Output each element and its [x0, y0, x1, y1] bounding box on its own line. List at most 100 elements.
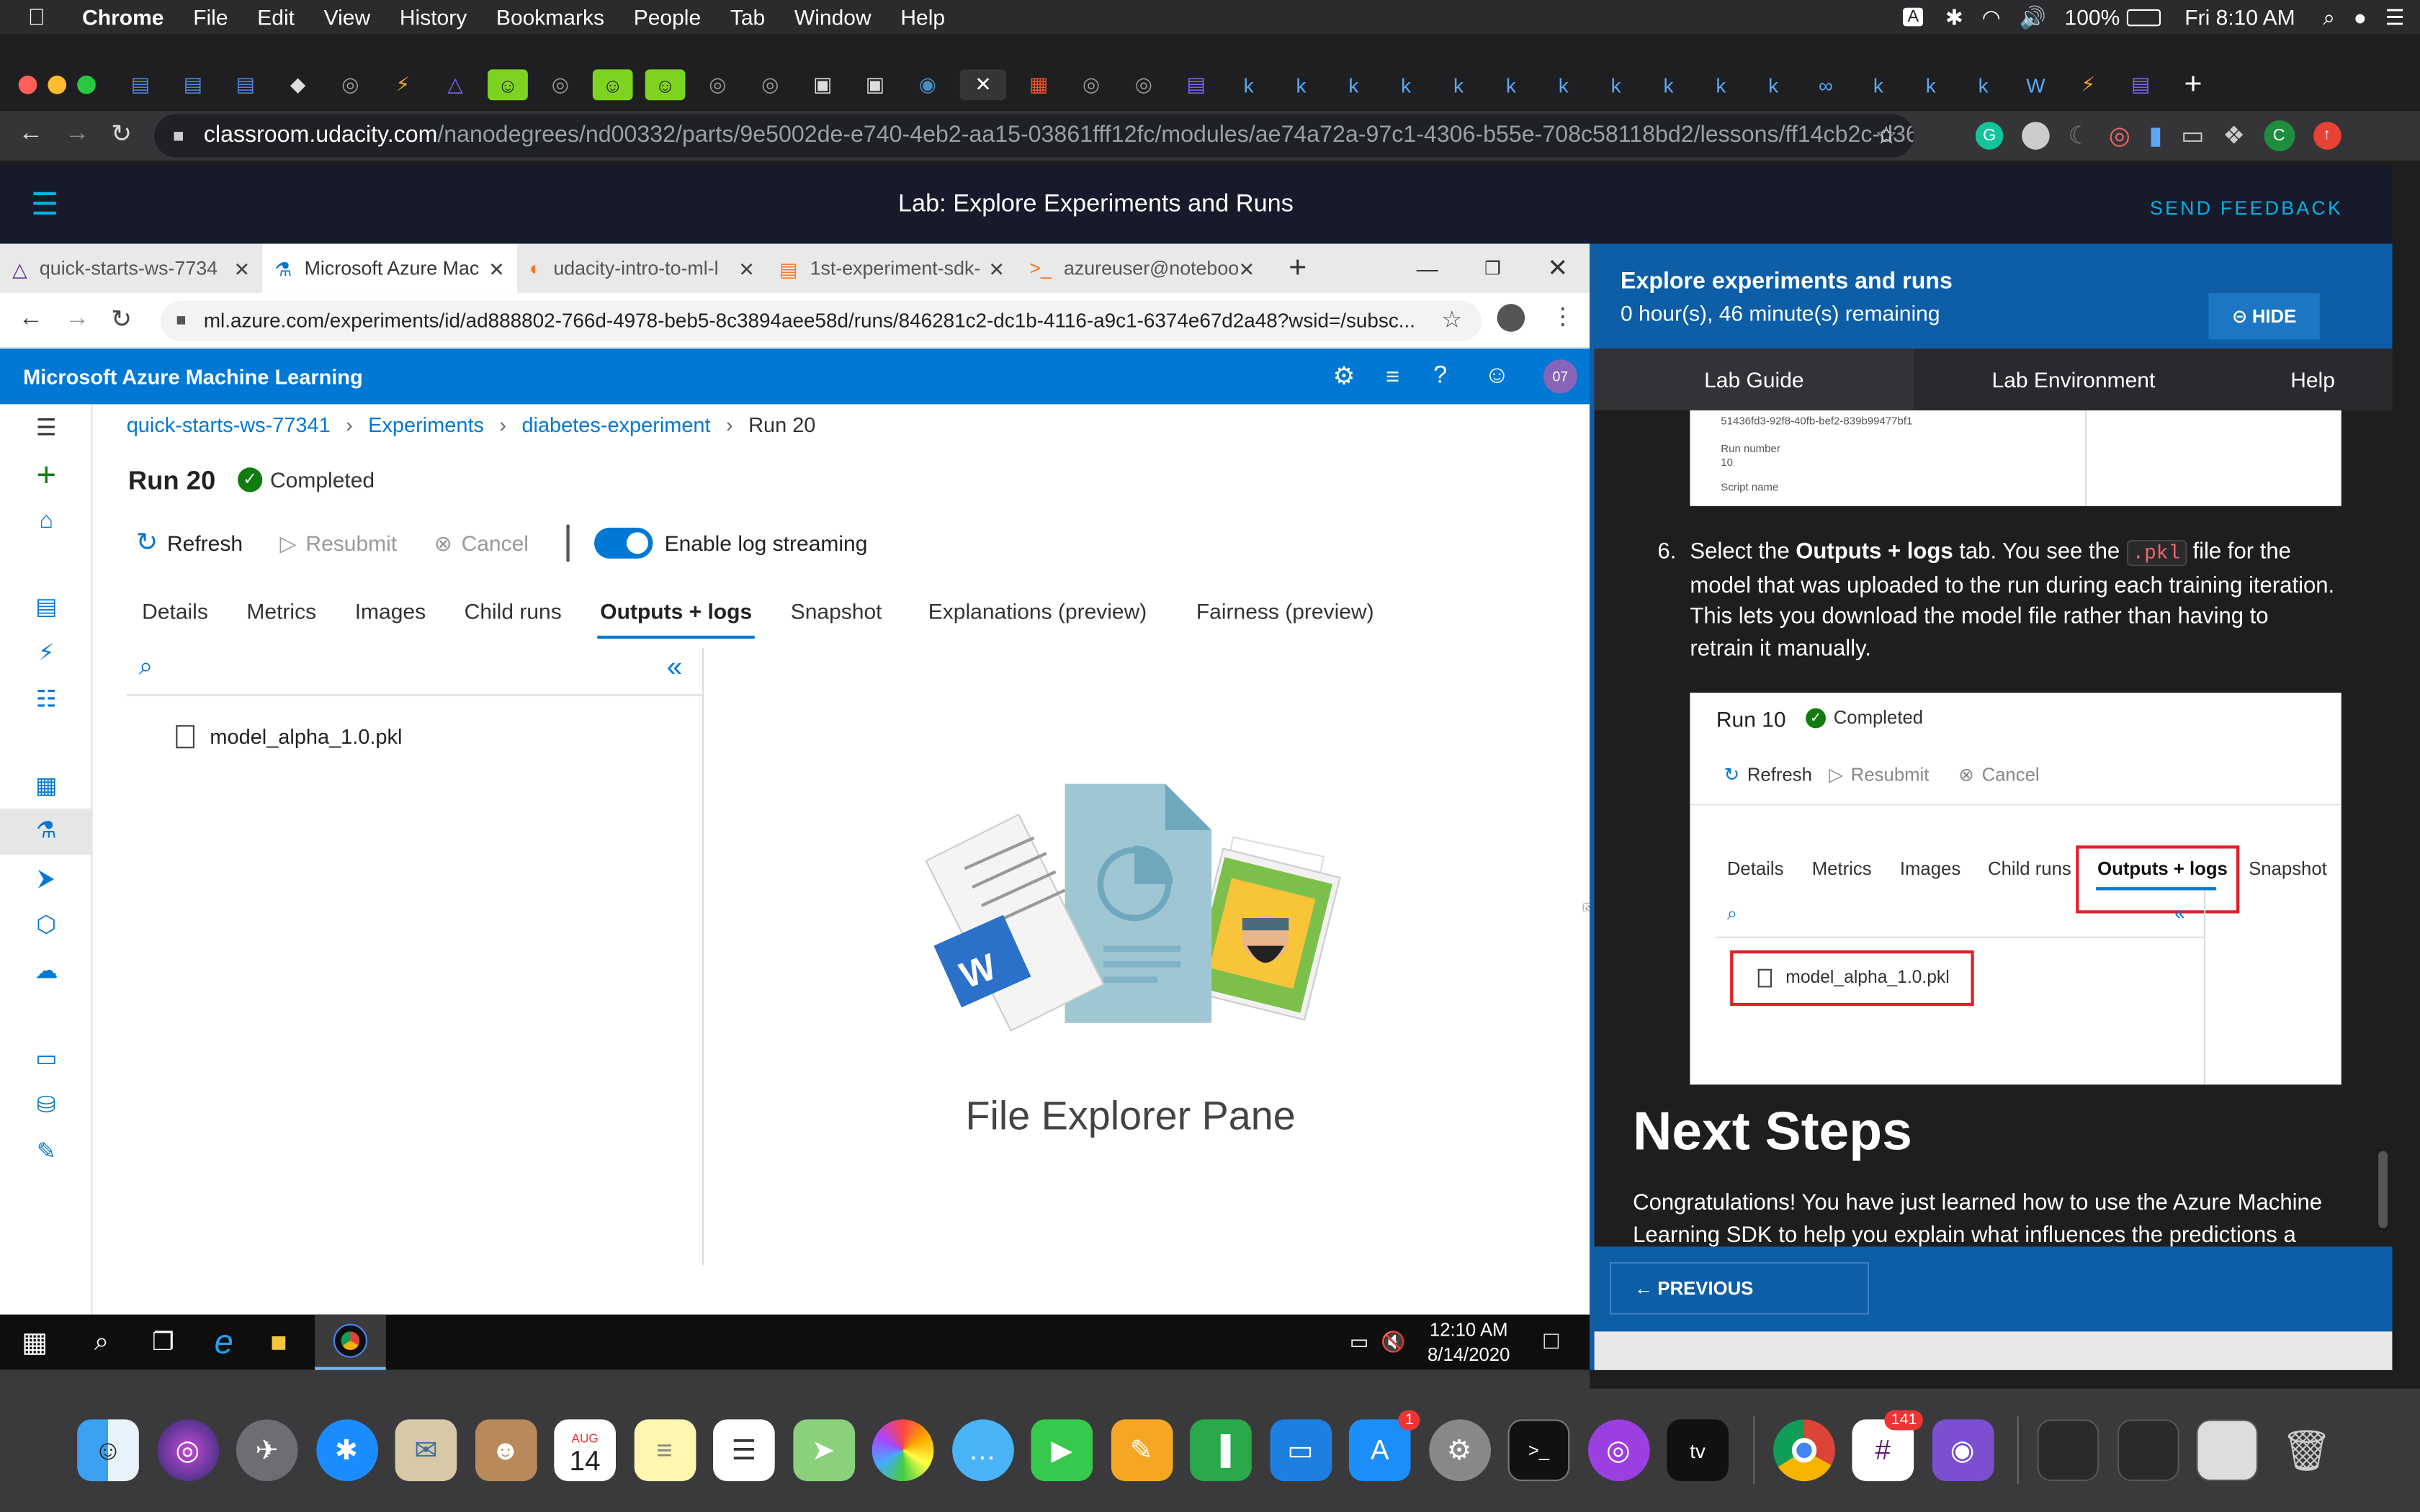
battery-percent[interactable]: 100% — [2065, 4, 2120, 29]
tab-details[interactable]: Details — [142, 598, 208, 632]
numbers-icon[interactable]: ▐ — [1190, 1419, 1252, 1482]
menu-help[interactable]: Help — [900, 4, 945, 29]
close-icon[interactable]: ✕ — [488, 257, 504, 280]
edge-tab[interactable]: >_ azureuser@noteboo ✕ — [1017, 244, 1267, 294]
minimize-window-dot[interactable] — [48, 76, 67, 94]
nav-pipelines-icon[interactable]: ⮞ — [31, 864, 62, 895]
chrome-tab-globe-icon[interactable]: ◎ — [750, 69, 790, 100]
more-menu-icon[interactable]: ⋮ — [1551, 302, 1574, 330]
chrome-tab-globe-icon[interactable]: ◎ — [1124, 69, 1164, 100]
account-icon[interactable] — [1497, 304, 1525, 332]
network-icon[interactable]: ▭ — [1350, 1330, 1368, 1354]
chrome-tab-docs-icon[interactable]: ▤ — [120, 69, 161, 100]
nav-create-icon[interactable]: + — [31, 457, 62, 491]
minimize-icon[interactable]: — — [1417, 256, 1438, 281]
bluetooth-icon[interactable]: ✱ — [1945, 4, 1963, 30]
extension-bookmark-icon[interactable]: ▮ — [2149, 120, 2163, 151]
feedback-list-icon[interactable]: ≡ — [1386, 364, 1399, 390]
chrome-tab-k-icon[interactable]: k — [1596, 69, 1636, 100]
system-preferences-icon[interactable]: ⚙ — [1428, 1419, 1490, 1482]
tab-outputs-logs[interactable]: Outputs + logs — [597, 598, 756, 639]
chrome-tab-smiley-icon[interactable]: ☺ — [488, 69, 528, 101]
input-source-icon[interactable]: A — [1903, 7, 1924, 27]
menu-view[interactable]: View — [324, 4, 370, 29]
volume-icon[interactable]: 🔊 — [2019, 4, 2045, 30]
chrome-tab-k-icon[interactable]: k — [1229, 69, 1269, 100]
chrome-tab-infinity-icon[interactable]: ∞ — [1806, 69, 1846, 100]
tab-help[interactable]: Help — [2233, 348, 2393, 410]
close-icon[interactable]: ✕ — [1239, 257, 1255, 280]
edge-tab[interactable]: ▤ 1st-experiment-sdk- ✕ — [767, 244, 1017, 294]
search-icon[interactable]: ⌕ — [139, 654, 153, 683]
file-item[interactable]: model_alpha_1.0.pkl — [176, 725, 402, 749]
profile-avatar[interactable]: C — [2263, 120, 2295, 151]
notification-center-icon[interactable]: ☰ — [2385, 4, 2405, 30]
hide-button[interactable]: ⊝ HIDE — [2208, 293, 2320, 340]
chrome-tab-k-icon[interactable]: k — [1858, 69, 1899, 100]
photos-icon[interactable] — [871, 1419, 934, 1482]
chrome-tab-azure-icon[interactable]: △ — [435, 69, 475, 100]
chrome-tab-docs-icon[interactable]: ▤ — [1176, 69, 1216, 100]
extension-screen-icon[interactable]: ▭ — [2181, 120, 2204, 151]
search-icon[interactable]: ⌕ — [94, 1327, 109, 1358]
ie-icon[interactable]: e — [215, 1322, 233, 1362]
new-tab-button[interactable]: + — [1289, 251, 1307, 286]
app-title[interactable]: Microsoft Azure Machine Learning — [23, 365, 362, 388]
nav-datastores-icon[interactable]: ⛁ — [31, 1091, 62, 1122]
scrollbar-thumb[interactable] — [2378, 1151, 2388, 1228]
tab-snapshot[interactable]: Snapshot — [791, 598, 882, 632]
cancel-button[interactable]: ⊗ Cancel — [434, 530, 529, 556]
messages-icon[interactable]: … — [951, 1419, 1013, 1482]
keynote-icon[interactable]: ▭ — [1269, 1419, 1332, 1482]
edge-tab-active[interactable]: ⚗ Microsoft Azure Mac ✕ — [262, 243, 517, 294]
github-desktop-icon[interactable]: ◉ — [1931, 1419, 1994, 1482]
nav-notebooks-icon[interactable]: ▤ — [31, 593, 62, 624]
new-tab-button[interactable]: + — [2173, 67, 2213, 101]
chrome-tab-w-icon[interactable]: W — [2016, 69, 2056, 100]
menu-edit[interactable]: Edit — [257, 4, 295, 29]
menu-tab[interactable]: Tab — [730, 4, 765, 29]
task-view-icon[interactable]: ❐ — [152, 1327, 174, 1358]
resubmit-button[interactable]: ▷ Resubmit — [279, 530, 397, 556]
calendar-icon[interactable]: AUG 14 — [554, 1419, 616, 1482]
chrome-tab-python-icon[interactable]: ◉ — [908, 69, 948, 100]
notes-icon[interactable]: ≡ — [633, 1419, 696, 1482]
tab-explanations[interactable]: Explanations (preview) — [928, 598, 1147, 632]
nav-designer-icon[interactable]: ☷ — [31, 685, 62, 716]
mail-bird-icon[interactable]: ✉ — [395, 1419, 457, 1482]
nav-experiments-icon[interactable]: ⚗ — [31, 816, 62, 847]
nav-menu-icon[interactable]: ☰ — [31, 413, 62, 444]
minimized-window-thumb[interactable] — [2196, 1419, 2258, 1482]
close-window-dot[interactable] — [18, 76, 37, 94]
launchpad-icon[interactable]: ✈ — [236, 1419, 298, 1482]
podcasts-icon[interactable]: ◎ — [1587, 1419, 1649, 1482]
nav-datasets-icon[interactable]: ▦ — [31, 771, 62, 802]
file-explorer-icon[interactable]: ■ — [270, 1326, 287, 1359]
chrome-tab-globe-icon[interactable]: ◎ — [698, 69, 738, 100]
pages-icon[interactable]: ✎ — [1110, 1419, 1173, 1482]
log-streaming-toggle[interactable]: Enable log streaming — [593, 527, 867, 559]
nav-labeling-icon[interactable]: ✎ — [31, 1137, 62, 1168]
battery-icon[interactable] — [2125, 8, 2160, 26]
action-center-icon[interactable]: □ — [1544, 1328, 1559, 1356]
menu-bookmarks[interactable]: Bookmarks — [496, 4, 604, 29]
chrome-tab-k-icon[interactable]: k — [1438, 69, 1479, 100]
update-icon[interactable]: ↑ — [2313, 122, 2341, 150]
refresh-button[interactable]: ↻ Refresh — [136, 528, 243, 559]
extension-moon-icon[interactable]: ☾ — [2068, 120, 2090, 151]
contacts-icon[interactable]: ☻ — [474, 1419, 537, 1482]
close-icon[interactable]: ✕ — [989, 257, 1005, 280]
finder-icon[interactable]: ☺ — [77, 1419, 139, 1482]
chrome-tab-smiley-icon[interactable]: ☺ — [645, 69, 686, 101]
user-avatar[interactable]: 07 — [1543, 359, 1577, 394]
slack-icon[interactable]: #141 — [1852, 1410, 1923, 1482]
spotlight-icon[interactable]: ⌕ — [2323, 4, 2335, 30]
zoom-window-dot[interactable] — [77, 76, 96, 94]
edge-tab[interactable]: △ quick-starts-ws-7734 ✕ — [0, 244, 262, 294]
forward-icon[interactable]: → — [65, 305, 89, 333]
nav-models-icon[interactable]: ⬡ — [31, 910, 62, 941]
chrome-tab-docs-icon[interactable]: ▤ — [173, 69, 213, 100]
help-icon[interactable]: ? — [1433, 363, 1447, 391]
nav-home-icon[interactable]: ⌂ — [31, 506, 62, 537]
omnibox[interactable]: ■ classroom.udacity.com/nanodegrees/nd00… — [154, 114, 1914, 158]
